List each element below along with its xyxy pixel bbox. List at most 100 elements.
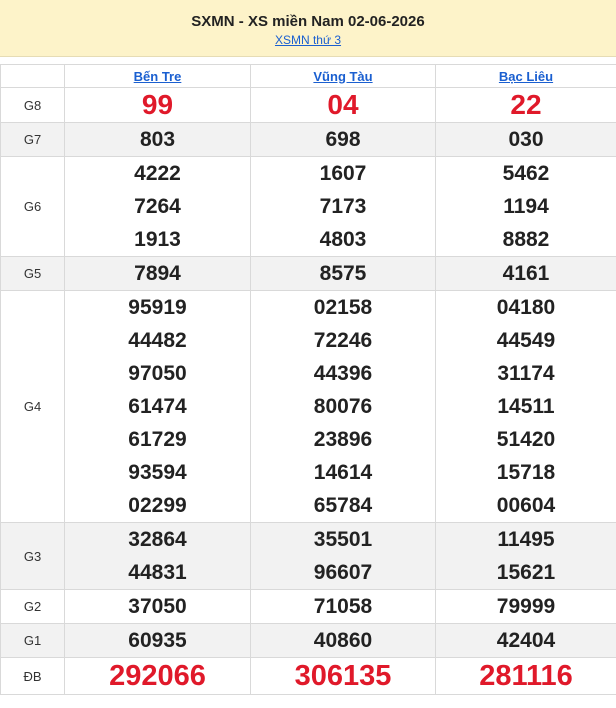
prize-number: 15718 xyxy=(496,461,556,484)
prize-row-đb: ĐB 292066 306135 281116 xyxy=(0,657,616,695)
prize-number: 803 xyxy=(139,128,176,151)
prize-number: 42404 xyxy=(496,629,556,652)
prize-cell: 71058 xyxy=(250,589,436,624)
prize-number: 97050 xyxy=(128,362,187,385)
prize-cell: 1607 7173 4803 xyxy=(250,156,436,257)
prize-row-g1: G1 60935 40860 42404 xyxy=(0,623,616,658)
prize-number: 306135 xyxy=(294,660,392,692)
prize-cell: 5462 1194 8882 xyxy=(435,156,616,257)
prize-number: 11495 xyxy=(497,528,555,551)
prize-number: 37050 xyxy=(128,595,187,618)
prize-number: 15621 xyxy=(496,561,556,584)
prize-number: 35501 xyxy=(313,528,373,551)
prize-number: 02299 xyxy=(128,494,187,517)
prize-number: 23896 xyxy=(313,428,373,451)
prize-number: 1194 xyxy=(503,195,549,218)
prize-number: 1607 xyxy=(319,162,367,185)
prize-cell: 02158 72246 44396 80076 23896 14614 65784 xyxy=(250,290,436,523)
prize-number: 72246 xyxy=(313,329,373,352)
prize-label: G3 xyxy=(0,522,65,590)
prize-number: 65784 xyxy=(313,494,373,517)
prize-row-g4: G4 95919 44482 97050 61474 61729 93594 02299 021… xyxy=(0,290,616,523)
prize-number: 79999 xyxy=(496,595,556,618)
weekday-link[interactable]: XSMN thứ 3 xyxy=(275,33,341,47)
prize-number: 96607 xyxy=(313,561,373,584)
prize-number: 4222 xyxy=(134,162,181,185)
prize-cell: 40860 xyxy=(250,623,436,658)
prize-row-g7: G7 803 698 030 xyxy=(0,122,616,157)
prize-number: 40860 xyxy=(313,629,373,652)
prize-number: 00604 xyxy=(496,494,556,517)
province-link-vung-tau[interactable]: Vũng Tàu xyxy=(313,69,372,84)
prize-cell: 35501 96607 xyxy=(250,522,436,590)
prize-number: 71058 xyxy=(313,595,373,618)
prize-cell: 60935 xyxy=(64,623,251,658)
prize-number: 14511 xyxy=(497,395,555,418)
province-link-ben-tre[interactable]: Bến Tre xyxy=(134,69,182,84)
prize-cell: 42404 xyxy=(435,623,616,658)
prize-number: 5462 xyxy=(502,162,550,185)
prize-label: G8 xyxy=(0,87,65,123)
prize-number: 44549 xyxy=(496,329,556,352)
prize-number: 44482 xyxy=(128,329,187,352)
prize-label: G5 xyxy=(0,256,65,291)
prize-cell: 306135 xyxy=(250,657,436,695)
prize-label: G7 xyxy=(0,122,65,157)
prize-number: 61474 xyxy=(128,395,187,418)
prize-cell: 79999 xyxy=(435,589,616,624)
prize-cell: 803 xyxy=(64,122,251,157)
prize-number: 7173 xyxy=(319,195,367,218)
prize-cell: 95919 44482 97050 61474 61729 93594 02299 xyxy=(64,290,251,523)
page-title: SXMN - XS miền Nam 02-06-2026 xyxy=(191,13,425,30)
prize-number: 44831 xyxy=(128,561,187,584)
prize-number: 51420 xyxy=(496,428,556,451)
prize-number: 32864 xyxy=(128,528,187,551)
prize-number: 1913 xyxy=(134,228,181,251)
prize-cell: 99 xyxy=(64,87,251,123)
corner-cell xyxy=(0,64,65,88)
prize-number: 8882 xyxy=(502,228,550,251)
prize-number: 7894 xyxy=(134,262,181,285)
prize-row-g5: G5 7894 8575 4161 xyxy=(0,256,616,291)
results-table: Bến Tre Vũng Tàu Bạc Liêu G8 99 04 22 G7 803 6… xyxy=(0,64,616,695)
prize-cell: 030 xyxy=(435,122,616,157)
prize-number: 80076 xyxy=(313,395,373,418)
prize-number: 292066 xyxy=(109,660,206,692)
prize-number: 4803 xyxy=(319,228,367,251)
prize-number: 7264 xyxy=(134,195,181,218)
prize-cell: 8575 xyxy=(250,256,436,291)
prize-number: 44396 xyxy=(313,362,373,385)
prize-cell: 292066 xyxy=(64,657,251,695)
prize-cell: 04180 44549 31174 14511 51420 15718 00604 xyxy=(435,290,616,523)
prize-number: 14614 xyxy=(313,461,373,484)
prize-number: 698 xyxy=(325,128,361,151)
prize-number: 95919 xyxy=(128,296,187,319)
prize-cell: 7894 xyxy=(64,256,251,291)
province-header: Vũng Tàu xyxy=(250,64,436,88)
province-link-bac-lieu[interactable]: Bạc Liêu xyxy=(499,69,553,84)
prize-label: G4 xyxy=(0,290,65,523)
prize-cell: 281116 xyxy=(435,657,616,695)
prize-cell: 32864 44831 xyxy=(64,522,251,590)
prize-label: G6 xyxy=(0,156,65,257)
prize-label: G2 xyxy=(0,589,65,624)
results-header: SXMN - XS miền Nam 02-06-2026 XSMN thứ 3 xyxy=(0,0,616,57)
prize-cell: 4161 xyxy=(435,256,616,291)
province-header: Bạc Liêu xyxy=(435,64,616,88)
prize-cell: 11495 15621 xyxy=(435,522,616,590)
prize-number: 60935 xyxy=(128,629,187,652)
province-header: Bến Tre xyxy=(64,64,251,88)
prize-row-g8: G8 99 04 22 xyxy=(0,87,616,123)
prize-label: ĐB xyxy=(0,657,65,695)
prize-number: 04180 xyxy=(496,296,556,319)
prize-cell: 22 xyxy=(435,87,616,123)
prize-cell: 37050 xyxy=(64,589,251,624)
prize-number: 22 xyxy=(510,89,542,120)
prize-number: 31174 xyxy=(497,362,555,385)
prize-cell: 04 xyxy=(250,87,436,123)
prize-number: 030 xyxy=(508,128,544,151)
prize-row-g6: G6 4222 7264 1913 1607 7173 4803 5462 1194 8882 xyxy=(0,156,616,257)
prize-number: 04 xyxy=(327,89,359,120)
prize-label: G1 xyxy=(0,623,65,658)
prize-number: 61729 xyxy=(128,428,187,451)
